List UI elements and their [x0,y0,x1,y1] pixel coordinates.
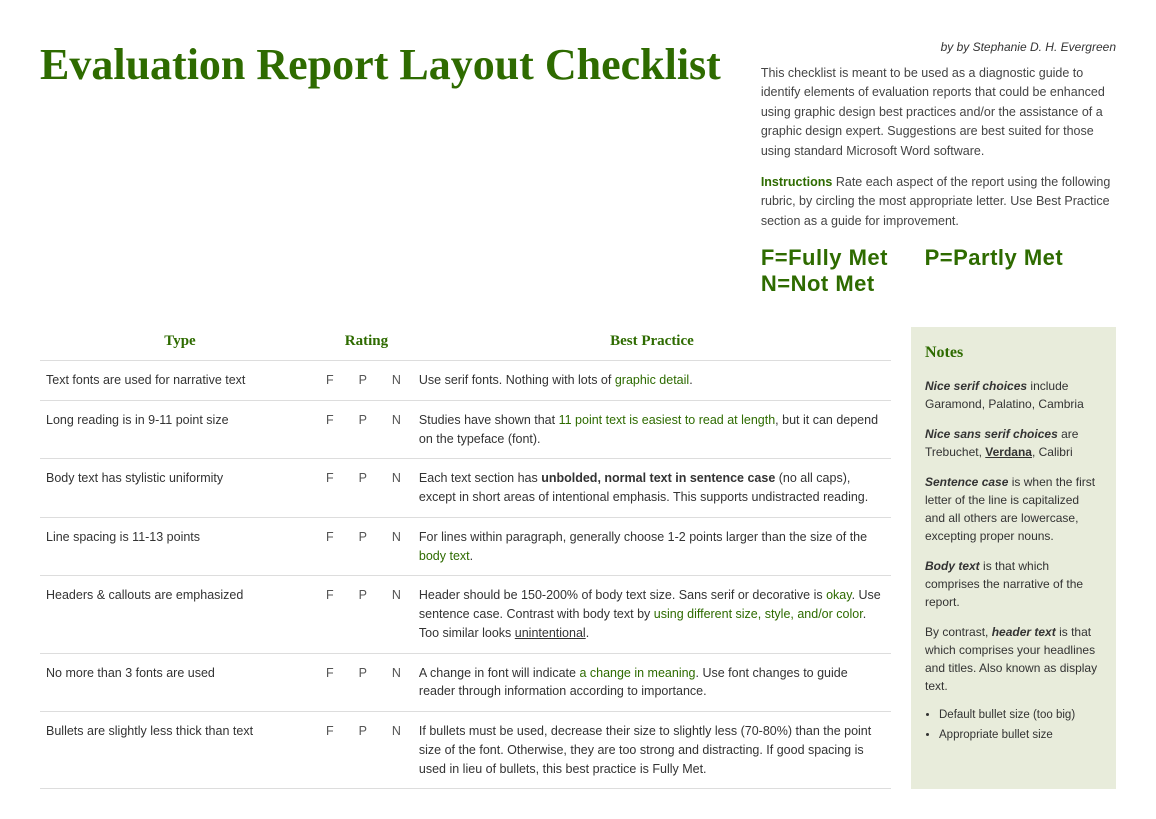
header-section: Evaluation Report Layout Checklist by by… [40,30,1116,297]
note-header-text: By contrast, header text is that which c… [925,623,1102,695]
note-serif-choices: Nice serif choices include Garamond, Pal… [925,377,1102,413]
col-header-type: Type [40,327,320,361]
note-serif-italic: Nice serif choices [925,379,1027,393]
row-6-type: No more than 3 fonts are used [40,653,320,712]
table-row: Headers & callouts are emphasized F P N … [40,576,891,653]
row-6-rating: F P N [320,653,413,712]
instructions-label: Instructions [761,175,833,189]
col-header-best-practice: Best Practice [413,327,891,361]
row-3-type: Body text has stylistic uniformity [40,459,320,518]
row-1-type: Text fonts are used for narrative text [40,361,320,401]
rubric-fully-met: F=Fully Met [761,245,888,270]
table-row: Line spacing is 11-13 points F P N For l… [40,517,891,576]
row-6-best-practice: A change in font will indicate a change … [413,653,891,712]
notes-panel: Notes Nice serif choices include Garamon… [911,327,1116,789]
row-4-type: Line spacing is 11-13 points [40,517,320,576]
row-1-best-practice: Use serif fonts. Nothing with lots of gr… [413,361,891,401]
row-2-best-practice: Studies have shown that 11 point text is… [413,400,891,459]
bullet-item-1: Default bullet size (too big) [939,707,1102,724]
note-sentence-case-italic: Sentence case [925,475,1008,489]
row-4-rating: F P N [320,517,413,576]
table-row: Long reading is in 9-11 point size F P N… [40,400,891,459]
row-5-type: Headers & callouts are emphasized [40,576,320,653]
table-header-row: Type Rating Best Practice [40,327,891,361]
right-header: by by Stephanie D. H. Evergreen This che… [761,30,1116,297]
rubric-line: F=Fully Met P=Partly Met N=Not Met [761,245,1116,297]
rubric-partly-met: P=Partly Met [925,245,1064,270]
bullets-list: Default bullet size (too big) Appropriat… [939,707,1102,745]
page: Evaluation Report Layout Checklist by by… [0,0,1156,819]
row-7-rating: F P N [320,712,413,789]
row-5-rating: F P N [320,576,413,653]
note-header-text-italic: header text [992,625,1056,639]
table-row: Bullets are slightly less thick than tex… [40,712,891,789]
note-bullets: Default bullet size (too big) Appropriat… [925,707,1102,745]
checklist-table: Type Rating Best Practice Text fonts are… [40,327,891,789]
note-body-text-italic: Body text [925,559,980,573]
row-3-rating: F P N [320,459,413,518]
table-row: No more than 3 fonts are used F P N A ch… [40,653,891,712]
byline: by by Stephanie D. H. Evergreen [761,40,1116,54]
table-row: Body text has stylistic uniformity F P N… [40,459,891,518]
note-sans-serif-italic: Nice sans serif choices [925,427,1058,441]
row-4-best-practice: For lines within paragraph, generally ch… [413,517,891,576]
note-sans-serif-choices: Nice sans serif choices are Trebuchet, V… [925,425,1102,461]
main-table-area: Type Rating Best Practice Text fonts are… [40,327,891,789]
row-2-rating: F P N [320,400,413,459]
table-row: Text fonts are used for narrative text F… [40,361,891,401]
note-sentence-case: Sentence case is when the first letter o… [925,473,1102,545]
instructions-block: Instructions Rate each aspect of the rep… [761,173,1116,231]
notes-title: Notes [925,341,1102,365]
row-5-best-practice: Header should be 150-200% of body text s… [413,576,891,653]
author-name: by Stephanie D. H. Evergreen [957,40,1116,54]
description-text: This checklist is meant to be used as a … [761,64,1116,161]
row-3-best-practice: Each text section has unbolded, normal t… [413,459,891,518]
title-column: Evaluation Report Layout Checklist [40,30,721,297]
row-2-type: Long reading is in 9-11 point size [40,400,320,459]
bullet-item-2: Appropriate bullet size [939,727,1102,744]
col-header-rating: Rating [320,327,413,361]
note-body-text: Body text is that which comprises the na… [925,557,1102,611]
rubric-not-met: N=Not Met [761,271,875,296]
row-1-rating: F P N [320,361,413,401]
page-title: Evaluation Report Layout Checklist [40,40,721,91]
row-7-best-practice: If bullets must be used, decrease their … [413,712,891,789]
content-area: Type Rating Best Practice Text fonts are… [40,327,1116,789]
row-7-type: Bullets are slightly less thick than tex… [40,712,320,789]
verdana-text: Verdana [985,445,1032,459]
